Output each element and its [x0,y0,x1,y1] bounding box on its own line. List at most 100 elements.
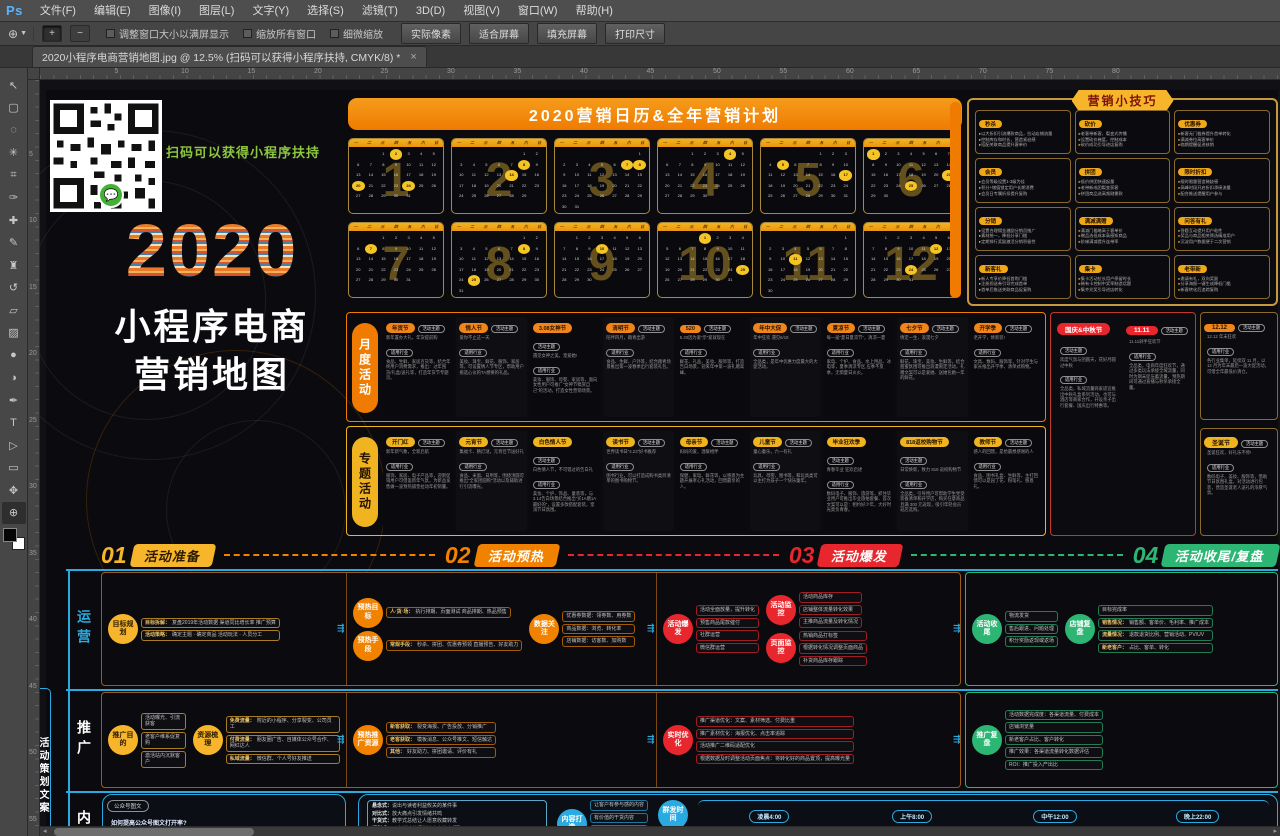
menu-item[interactable]: 图像(I) [140,0,190,22]
lasso-tool[interactable]: ◌ [2,119,26,142]
mindmap-cluster: 预热推广资源新客获取：裂变海报、广告投放、分销推广老客获取：模板消息、公众号推文… [353,722,496,758]
activity-title: 读书节 [606,437,635,447]
menu-item[interactable]: 3D(D) [407,0,454,22]
type-tool[interactable]: T [2,412,26,435]
branch-box: 老客户维系促复购 [141,732,186,749]
tab-close-icon[interactable]: × [410,51,416,63]
industry-tag: 适用行业 [386,349,413,357]
calendar-day: 11 [917,244,930,255]
calendar-day: 12 [621,244,634,255]
checkbox-label: 调整窗口大小以满屏显示 [119,26,229,41]
calendar-day: 16 [764,265,777,276]
weekday-label: 一 [354,139,358,147]
theme-tag: 活动主题 [827,457,854,465]
calendar-day: 26 [480,275,493,286]
calendar-day: 10 [455,170,468,181]
checkbox-box[interactable] [106,29,115,38]
menu-item[interactable]: 编辑(E) [85,0,140,22]
ruler-number: 15 [29,284,37,291]
zoom-tool[interactable]: ⊕ [2,502,26,525]
calendar-day [480,286,493,297]
eyedropper-tool[interactable]: ✑ [2,187,26,210]
document-tab[interactable]: 2020小程序电商营销地图.jpg @ 12.5% (扫码可以获得小程序扶持, … [32,46,427,67]
calendar-day: 20 [789,181,802,192]
hand-tool[interactable]: ✥ [2,479,26,502]
color-swatches[interactable] [3,528,25,550]
menu-item[interactable]: 帮助(H) [567,0,622,22]
dodge-tool[interactable]: ◑ [2,367,26,390]
move-tool[interactable]: ↖ [2,74,26,97]
blur-tool[interactable]: ● [2,344,26,367]
tip-line: ▸会员日专属折扣提升复购 [979,191,1067,197]
calendar-day [530,286,543,297]
industry-text: 美妆、珠宝、鲜花、服饰、家居等，可设置情人节专区，帮助用户挑选心仪的TA想要的礼… [456,359,526,376]
option-button[interactable]: 适合屏幕 [469,23,529,44]
calendar-day: 26 [802,275,815,286]
scrollbar-thumb[interactable] [54,828,254,836]
calendar-day-grid: 1234567891011121314151617181920212223242… [558,233,646,296]
industry-tag: 适用行业 [974,349,1001,357]
weekday-label: 一 [869,223,873,231]
menu-item[interactable]: 视图(V) [454,0,509,22]
brush-tool[interactable]: ✎ [2,232,26,255]
calendar-day [365,149,378,160]
ruler-number: 5 [115,68,119,75]
calendar-day: 15 [518,254,531,265]
zoom-out-button[interactable]: − [70,25,90,42]
option-checkbox[interactable]: 调整窗口大小以满屏显示 [106,26,229,41]
tip-line: ▸配合推送提醒用户参与 [1178,191,1266,197]
menu-item[interactable]: 文字(Y) [243,0,298,22]
checkbox-box[interactable] [330,29,339,38]
eraser-tool[interactable]: ▱ [2,299,26,322]
magic-wand-tool[interactable]: ✳ [2,142,26,165]
zoom-in-button[interactable]: + [42,25,62,42]
history-brush-tool[interactable]: ↺ [2,277,26,300]
menu-item[interactable]: 窗口(W) [509,0,567,22]
mindmap-node: 活动收尾 [972,614,1002,644]
healing-brush-tool[interactable]: ✚ [2,209,26,232]
crop-tool[interactable]: ⌗ [2,164,26,187]
menu-item[interactable]: 选择(S) [298,0,353,22]
option-checkbox[interactable]: 缩放所有窗口 [243,26,316,41]
pen-tool[interactable]: ✒ [2,389,26,412]
gradient-tool[interactable]: ▨ [2,322,26,345]
branch-box: 预售商品尾款催付 [696,618,759,629]
scroll-left-arrow[interactable]: ◂ [43,827,47,836]
theme-tag: 活动主题 [491,439,518,447]
poster-title-line2: 营销地图 [62,346,362,398]
option-button[interactable]: 填充屏幕 [537,23,597,44]
branch-box: 根据数据及时调整活动页面焦点：将转化好的商品置顶，提高曝光量 [696,754,854,765]
calendar-day: 29 [571,275,584,286]
document-tab-title: 2020小程序电商营销地图.jpg @ 12.5% (扫码可以获得小程序扶持, … [42,50,400,65]
current-tool-preview[interactable]: ⊕ ▼ [8,27,34,41]
theme-tag: 活动主题 [711,439,738,447]
foreground-color-swatch[interactable] [3,528,17,542]
checkbox-box[interactable] [243,29,252,38]
option-button[interactable]: 实际像素 [401,23,461,44]
calendar-day: 27 [814,275,827,286]
theme-tag: 活动主题 [1060,347,1087,355]
menu-item[interactable]: 滤镜(T) [353,0,407,22]
clone-stamp-tool[interactable]: ♜ [2,254,26,277]
calendar-day: 10 [892,160,905,171]
option-button[interactable]: 打印尺寸 [605,23,665,44]
marquee-tool[interactable]: ▢ [2,97,26,120]
calendar-day [674,286,687,297]
calendar-day: 17 [777,265,790,276]
theme-tag: 活动主题 [1161,327,1188,335]
weekday-label: 六 [730,139,734,147]
shape-tool[interactable]: ▭ [2,457,26,480]
path-select-tool[interactable]: ▷ [2,434,26,457]
horizontal-scrollbar[interactable]: ◂ ▸ [40,826,1280,836]
calendar-day [493,286,506,297]
calendar-day: 8 [518,244,531,255]
copy-style-line: 悬念式：说出与读者利益攸关的某件事 [372,803,542,811]
flow-frame-review: 活动收尾物流发货售后跟进、问题处理积分奖励返现或返场店铺复盘目标完成率销售情况：… [965,572,1278,686]
option-checkbox[interactable]: 细微缩放 [330,26,383,41]
theme-text: 白色情人节，不可错过的告白礼 [530,467,600,473]
calendar-day [505,202,518,213]
calendar-day: 27 [674,275,687,286]
menu-item[interactable]: 文件(F) [31,0,85,22]
menu-item[interactable]: 图层(L) [190,0,243,22]
scroll-right-arrow[interactable]: ▸ [1273,827,1277,836]
